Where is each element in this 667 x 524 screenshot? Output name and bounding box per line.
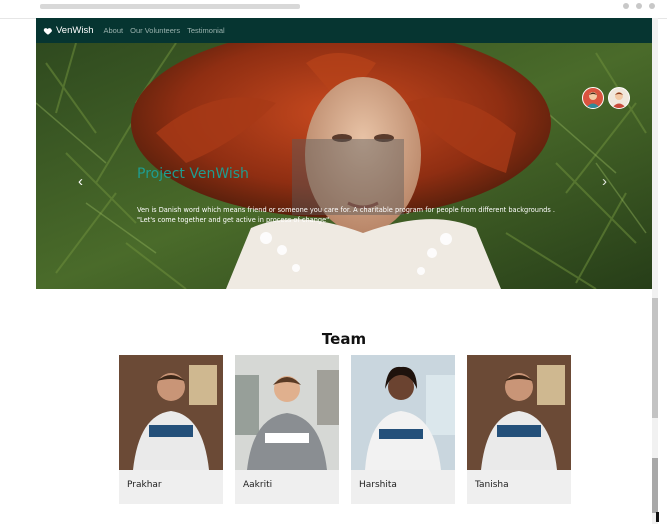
navbar: VenWish About Our Volunteers Testimonial [36,18,656,43]
avatar-icon[interactable] [582,87,604,109]
team-cards: Prakhar Aakriti Harshita Tanisha [119,355,571,504]
brand-logo[interactable]: VenWish [43,25,94,36]
member-photo [467,355,571,470]
scrollbar-thumb[interactable] [652,298,658,418]
team-card[interactable]: Harshita [351,355,455,504]
team-card[interactable]: Tanisha [467,355,571,504]
hero-description-line: Ven is Danish word which means friend or… [137,206,555,214]
browser-toolbar [0,0,667,19]
team-card[interactable]: Aakriti [235,355,339,504]
carousel-prev-button[interactable]: ‹ [78,174,83,189]
hero-image [36,43,656,289]
nav-link-about[interactable]: About [104,26,124,35]
hero-carousel: ‹ › Project VenWish Ven is Danish word w… [36,43,656,289]
page-scrollbar[interactable] [652,18,658,524]
cursor-mark [656,512,659,522]
avatar-icon[interactable] [608,87,630,109]
member-name: Aakriti [243,480,273,490]
team-section-title: Team [321,330,367,349]
member-name: Harshita [359,480,397,490]
nav-link-testimonial[interactable]: Testimonial [187,26,225,35]
scrollbar-thumb-secondary[interactable] [652,458,658,513]
browser-tool-icon[interactable] [649,3,655,9]
member-photo [119,355,223,470]
member-photo [235,355,339,470]
heart-icon [43,27,52,35]
hero-description-quote: "Let's come together and get active in p… [137,216,330,225]
browser-tool-icon[interactable] [636,3,642,9]
member-name: Prakhar [127,480,162,490]
browser-tool-icon[interactable] [623,3,629,9]
carousel-next-button[interactable]: › [602,174,607,189]
address-bar[interactable] [40,4,300,9]
nav-link-our-volunteers[interactable]: Our Volunteers [130,26,180,35]
hero-description: Ven is Danish word which means friend or… [137,205,577,226]
member-name: Tanisha [475,480,509,490]
hero-title: Project VenWish [137,166,249,182]
member-photo [351,355,455,470]
brand-name: VenWish [56,25,94,36]
browser-tools [623,3,655,9]
nav-links: About Our Volunteers Testimonial [104,26,225,35]
team-card[interactable]: Prakhar [119,355,223,504]
